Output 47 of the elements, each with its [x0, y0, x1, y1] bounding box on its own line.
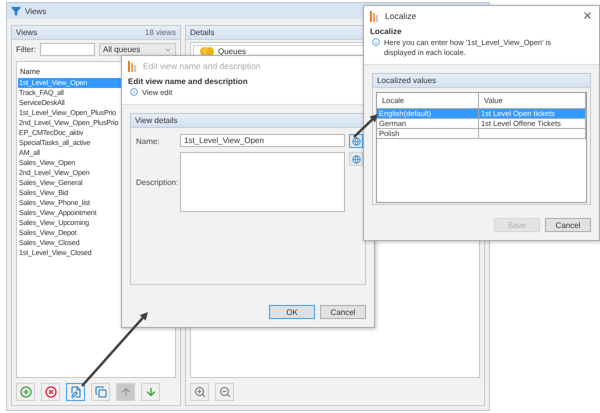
- copy-button[interactable]: [91, 383, 110, 401]
- arrow-down-icon: [144, 386, 156, 398]
- panel-title: Details: [190, 28, 214, 37]
- queue-dropdown[interactable]: All queues: [99, 43, 176, 56]
- zoom-in-icon: [194, 386, 206, 398]
- edit-document-button[interactable]: [66, 383, 85, 401]
- dialog-button[interactable]: Cancel: [320, 305, 366, 319]
- arrow-down-button[interactable]: [141, 383, 160, 401]
- zoom-in-button[interactable]: [190, 383, 209, 401]
- app-icon: [128, 60, 138, 72]
- dialog-heading: Localize: [370, 27, 403, 36]
- add-button[interactable]: [16, 383, 35, 401]
- info-icon: [130, 88, 138, 96]
- zoom-out-icon: [218, 386, 230, 398]
- name-value: 1st_Level_View_Open: [184, 136, 264, 145]
- filter-field[interactable]: [40, 43, 95, 56]
- group-title: Localized values: [377, 76, 436, 85]
- add-icon: [20, 386, 32, 398]
- close-icon[interactable]: [582, 10, 593, 21]
- description-label: Description:: [136, 178, 176, 186]
- delete-button[interactable]: [41, 383, 60, 401]
- dialog-title: Edit view name and description: [143, 60, 261, 70]
- name-field[interactable]: 1st_Level_View_Open: [180, 134, 345, 147]
- localize-button[interactable]: [349, 134, 363, 148]
- edit-document-icon: [70, 386, 82, 398]
- globe-icon: [352, 154, 360, 164]
- app-icon: [370, 10, 380, 22]
- dialog-button[interactable]: Cancel: [545, 218, 591, 232]
- info-icon: [372, 38, 380, 46]
- arrow-up-icon: [120, 386, 132, 398]
- name-label: Name:: [136, 136, 161, 146]
- zoom-out-button[interactable]: [215, 383, 234, 401]
- views-count: 18 views: [144, 28, 176, 37]
- window-title: Views: [25, 6, 46, 16]
- filter-label: Filter:: [16, 45, 36, 54]
- panel-title: Views: [16, 28, 38, 37]
- copy-icon: [94, 386, 106, 398]
- arrow: [353, 114, 378, 138]
- description-field[interactable]: [180, 152, 345, 212]
- coins-icon: [200, 46, 214, 56]
- dialog-title: Localize: [385, 10, 416, 20]
- delete-icon: [44, 386, 56, 398]
- group-title: View details: [135, 116, 178, 125]
- funnel-icon: [11, 6, 21, 16]
- tree-item-label: Queues: [218, 46, 246, 56]
- globe-icon: [352, 136, 360, 146]
- dialog-button[interactable]: OK: [269, 305, 315, 319]
